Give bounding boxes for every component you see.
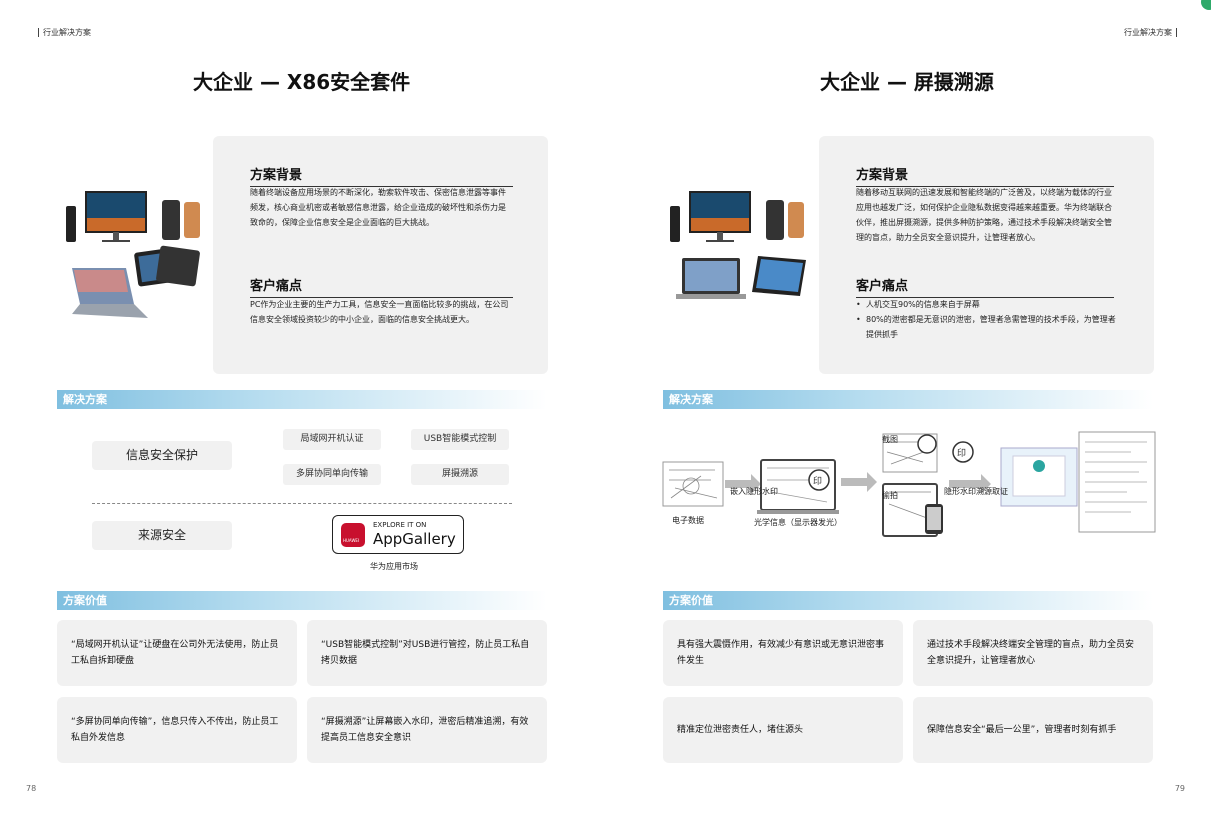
- label-photo: 偷拍: [882, 491, 898, 500]
- page-header: 行业解决方案: [34, 27, 91, 38]
- label-electronic: 电子数据: [672, 516, 704, 525]
- label-embed: 嵌入隐形水印: [730, 487, 778, 496]
- value-card: “屏摄溯源”让屏幕嵌入水印，泄密后精准追溯，有效提高员工信息安全意识: [307, 697, 547, 763]
- chip-lan-auth: 局域网开机认证: [283, 429, 381, 450]
- products-image: [66, 191, 200, 318]
- right-page: 行业解决方案 大企业 — 屏摄溯源 方案背景 随着移动互联网的迅速发展和智能终端…: [606, 0, 1211, 821]
- value-band: 方案价值: [57, 591, 547, 610]
- solution-band: 解决方案: [663, 390, 1153, 409]
- value-card: 通过技术手段解决终端安全管理的盲点，助力全员安全意识提升，让管理者放心: [913, 620, 1153, 686]
- pain-list: 人机交互90%的信息来自于屏幕 80%的泄密都是无意识的泄密，管理者急需管理的技…: [856, 297, 1118, 342]
- background-text: 随着移动互联网的迅速发展和智能终端的广泛普及，以终端为载体的行业应用也越发广泛，…: [856, 188, 1112, 242]
- pain-text: PC作为企业主要的生产力工具，信息安全一直面临比较多的挑战，在公司信息安全领域投…: [250, 300, 509, 324]
- chip-multiscreen: 多屏协同单向传输: [283, 464, 381, 485]
- huawei-logo-icon: HUAWEI: [341, 523, 365, 547]
- chip-usb-control: USB智能模式控制: [411, 429, 509, 450]
- label-screenshot: 截图: [882, 435, 898, 444]
- background-text: 随着终端设备应用场景的不断深化，勒索软件攻击、保密信息泄露等事件频发，核心商业机…: [250, 188, 506, 227]
- page-number: 78: [26, 784, 37, 793]
- value-card: 精准定位泄密责任人，堵住源头: [663, 697, 903, 763]
- pill-source-security: 来源安全: [92, 521, 232, 550]
- page-header: 行业解决方案: [1124, 27, 1181, 38]
- value-card: 保障信息安全“最后一公里”，管理者时刻有抓手: [913, 697, 1153, 763]
- page-title: 大企业 — 屏摄溯源: [820, 70, 994, 94]
- background-heading: 方案背景: [856, 164, 1114, 187]
- pain-item: 80%的泄密都是无意识的泄密，管理者急需管理的技术手段，为管理者提供抓手: [856, 312, 1118, 342]
- divider: [92, 503, 512, 504]
- value-card: 具有强大震慑作用，有效减少有意识或无意识泄密事件发生: [663, 620, 903, 686]
- pain-heading: 客户痛点: [856, 275, 1114, 298]
- pain-heading: 客户痛点: [250, 275, 513, 298]
- label-optical: 光学信息（显示器发光）: [754, 518, 842, 527]
- value-band: 方案价值: [663, 591, 1153, 610]
- products-image: [670, 191, 806, 299]
- background-heading: 方案背景: [250, 164, 513, 187]
- svg-text:印: 印: [813, 475, 822, 487]
- chip-screen-trace: 屏摄溯源: [411, 464, 509, 485]
- value-card: “多屏协同单向传输”，信息只传入不传出，防止员工私自外发信息: [57, 697, 297, 763]
- svg-text:印: 印: [957, 447, 966, 459]
- appgallery-badge[interactable]: HUAWEI EXPLORE IT ON AppGallery: [332, 515, 464, 554]
- value-card: “局域网开机认证”让硬盘在公司外无法使用，防止员工私自拆卸硬盘: [57, 620, 297, 686]
- pain-item: 人机交互90%的信息来自于屏幕: [856, 297, 1118, 312]
- appgallery-caption: 华为应用市场: [370, 562, 418, 571]
- solution-band: 解决方案: [57, 390, 547, 409]
- left-page: 行业解决方案 大企业 — X86安全套件 方案背景 随着终端设备应用场景的不断深…: [0, 0, 605, 821]
- value-card: “USB智能模式控制”对USB进行管控，防止员工私自拷贝数据: [307, 620, 547, 686]
- page-title: 大企业 — X86安全套件: [193, 70, 411, 94]
- page-number: 79: [1174, 784, 1185, 793]
- label-extract: 隐形水印溯源取证: [944, 487, 1008, 496]
- pill-info-security: 信息安全保护: [92, 441, 232, 470]
